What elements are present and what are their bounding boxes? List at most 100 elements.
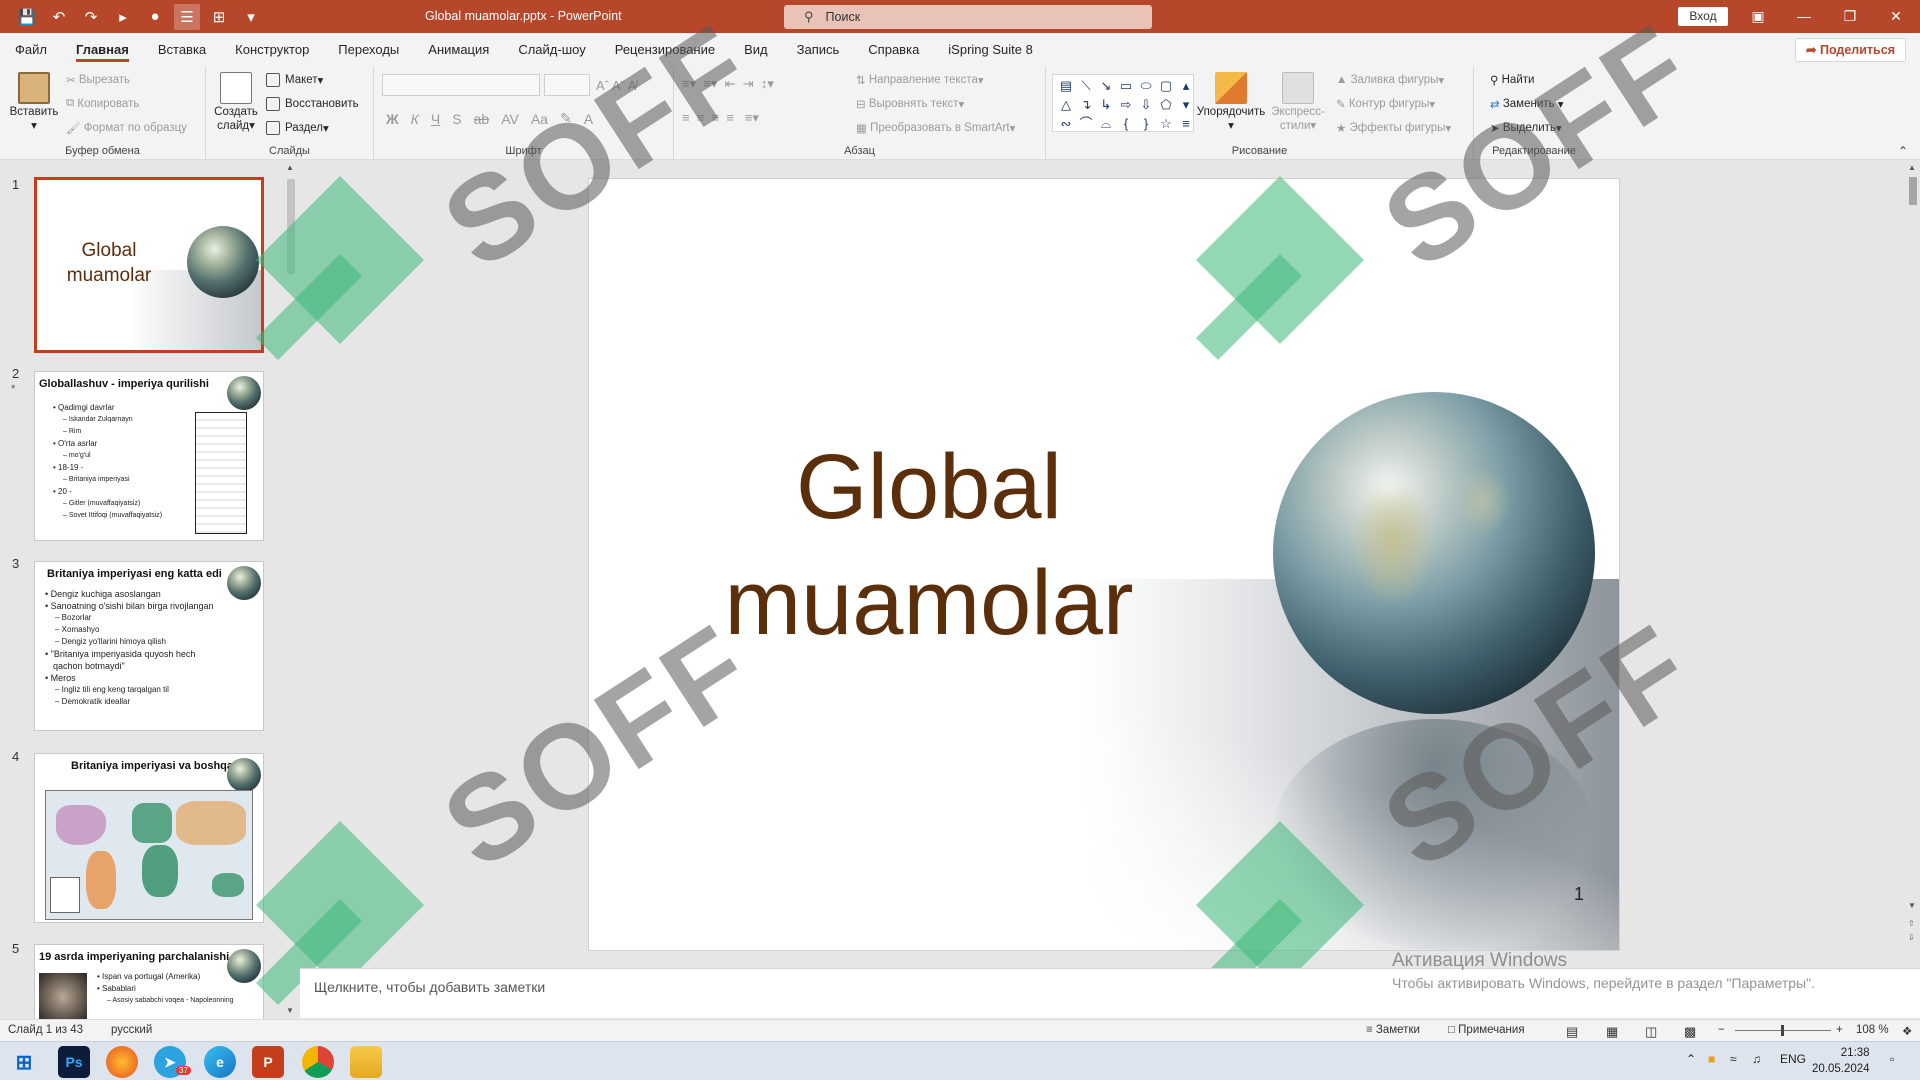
ribbon-display-icon[interactable]: ▣ — [1736, 0, 1780, 33]
align-text-button[interactable]: ⊟ Выровнять текст ▾ — [856, 97, 964, 111]
scroll-down-arrow-icon[interactable]: ▼ — [286, 1006, 294, 1015]
firefox-icon[interactable] — [106, 1046, 138, 1078]
section-button[interactable]: Раздел ▾ — [266, 121, 329, 135]
restore-icon[interactable]: ❐ — [1828, 0, 1872, 33]
tab-view[interactable]: Вид — [744, 33, 768, 66]
slide-thumbnail-4[interactable]: Britaniya imperiyasi va boshqalar — [34, 753, 264, 923]
connector-shape-icon[interactable]: ↴ — [1077, 96, 1095, 113]
normal-view-icon[interactable]: ▤ — [1566, 1024, 1578, 1040]
arc-shape-icon[interactable]: ⌓ — [1097, 115, 1115, 132]
scroll-down-arrow-icon[interactable]: ▼ — [1908, 901, 1916, 910]
slide-thumbnail-2[interactable]: Globallashuv - imperiya qurilishi • Qadi… — [34, 371, 264, 541]
slide-sorter-icon[interactable]: ▦ — [1606, 1024, 1618, 1040]
shadow-button[interactable]: S — [452, 111, 461, 127]
comments-button[interactable]: □ Примечания — [1448, 1024, 1525, 1036]
scrollbar-thumb[interactable] — [1909, 177, 1917, 205]
powerpoint-icon[interactable]: P — [252, 1046, 284, 1078]
freeform-shape-icon[interactable]: ∾ — [1057, 115, 1075, 132]
tab-animations[interactable]: Анимация — [428, 33, 489, 66]
layout-icon[interactable]: ⊞ — [206, 4, 232, 30]
fit-to-window-icon[interactable]: ❖ — [1902, 1024, 1912, 1038]
copy-button[interactable]: ⧉ Копировать — [66, 97, 139, 110]
arrow-line-shape-icon[interactable]: ↘ — [1097, 77, 1115, 94]
rounded-rect-shape-icon[interactable]: ▢ — [1157, 77, 1175, 94]
tab-design[interactable]: Конструктор — [235, 33, 309, 66]
thumbnail-scrollbar[interactable]: ▲ ▼ — [283, 161, 298, 1019]
slideshow-view-icon[interactable]: ▩ — [1684, 1024, 1696, 1040]
brace-right-shape-icon[interactable]: } — [1137, 115, 1155, 132]
text-direction-button[interactable]: ⇅ Направление текста ▾ — [856, 73, 984, 87]
start-slideshow-icon[interactable]: ▸ — [110, 4, 136, 30]
italic-button[interactable]: К — [411, 111, 419, 127]
tray-overflow-icon[interactable]: ⌃ — [1686, 1052, 1696, 1066]
scrollbar-thumb[interactable] — [287, 179, 295, 274]
tab-home[interactable]: Главная — [75, 33, 129, 66]
format-painter-button[interactable]: 🖌 Формат по образцу — [66, 121, 187, 135]
windows-start-icon[interactable]: ⊞ — [8, 1046, 40, 1078]
tab-slideshow[interactable]: Слайд-шоу — [518, 33, 585, 66]
tab-record[interactable]: Запись — [797, 33, 840, 66]
shape-outline-button[interactable]: ✎ Контур фигуры ▾ — [1336, 97, 1435, 111]
notification-bell-icon[interactable]: ■ — [1708, 1052, 1715, 1066]
slide-title[interactable]: Global muamolar — [689, 429, 1169, 661]
right-arrow-shape-icon[interactable]: ⇨ — [1117, 96, 1135, 113]
elbow-shape-icon[interactable]: ↳ — [1097, 96, 1115, 113]
triangle-shape-icon[interactable]: △ — [1057, 96, 1075, 113]
edge-icon[interactable]: e — [204, 1046, 236, 1078]
redo-icon[interactable]: ↷ — [78, 4, 104, 30]
slide-thumbnail-1[interactable]: Global muamolar — [34, 177, 264, 353]
scroll-up-icon[interactable]: ▴ — [1177, 77, 1195, 94]
chrome-icon[interactable] — [302, 1046, 334, 1078]
signin-button[interactable]: Вход — [1678, 7, 1728, 26]
arrange-button[interactable]: Упорядочить ▾ — [1196, 72, 1266, 132]
textbox-shape-icon[interactable]: ▤ — [1057, 77, 1075, 94]
customize-qat-icon[interactable]: ▾ — [238, 4, 264, 30]
strikethrough-button[interactable]: ab — [474, 111, 490, 127]
system-clock[interactable]: 21:38 20.05.2024 — [1812, 1045, 1870, 1077]
save-icon[interactable]: 💾 — [14, 4, 40, 30]
language-indicator[interactable]: русский — [111, 1024, 152, 1036]
tab-file[interactable]: Файл — [15, 33, 47, 66]
zoom-in-icon[interactable]: + — [1836, 1024, 1843, 1036]
reading-view-icon[interactable]: ◫ — [1645, 1024, 1657, 1040]
quick-styles-button[interactable]: Экспресс- стили▾ — [1268, 72, 1328, 132]
slide-thumbnail-3[interactable]: Britaniya imperiyasi eng katta edi • Den… — [34, 561, 264, 731]
more-shapes-icon[interactable]: ≡ — [1177, 115, 1195, 132]
down-arrow-shape-icon[interactable]: ⇩ — [1137, 96, 1155, 113]
reset-button[interactable]: Восстановить — [266, 97, 359, 111]
shape-fill-button[interactable]: ▲ Заливка фигуры ▾ — [1336, 73, 1444, 87]
zoom-out-icon[interactable]: − — [1718, 1024, 1725, 1036]
input-language[interactable]: ENG — [1780, 1052, 1806, 1066]
tab-ispring[interactable]: iSpring Suite 8 — [948, 33, 1033, 66]
font-name-box[interactable] — [382, 74, 540, 96]
star-shape-icon[interactable]: ☆ — [1157, 115, 1175, 132]
undo-icon[interactable]: ↶ — [46, 4, 72, 30]
outline-view-icon[interactable]: ☰ — [174, 3, 200, 30]
collapse-ribbon-icon[interactable]: ⌃ — [1898, 144, 1908, 158]
rectangle-shape-icon[interactable]: ▭ — [1117, 77, 1135, 94]
slide-thumbnail-5[interactable]: 19 asrda imperiyaning parchalanishi • Is… — [34, 944, 264, 1019]
editor-scrollbar[interactable]: ▲ ▼ ⇧ ⇩ — [1905, 161, 1920, 967]
scroll-down-icon[interactable]: ▾ — [1177, 96, 1195, 113]
new-slide-button[interactable]: Создать слайд▾ — [212, 72, 260, 132]
tab-insert[interactable]: Вставка — [158, 33, 206, 66]
shapes-gallery[interactable]: ▤ ⟍ ↘ ▭ ⬭ ▢ ▴ △ ↴ ↳ ⇨ ⇩ ⬠ ▾ ∾ ⌒ ⌓{} ☆ ≡ — [1052, 74, 1194, 132]
scroll-up-arrow-icon[interactable]: ▲ — [286, 163, 294, 172]
brace-left-shape-icon[interactable]: { — [1117, 115, 1135, 132]
cut-button[interactable]: ✂ Вырезать — [66, 73, 130, 87]
minimize-icon[interactable]: — — [1782, 0, 1826, 33]
bold-button[interactable]: Ж — [386, 111, 399, 127]
search-box[interactable]: ⚲ Поиск — [784, 5, 1152, 29]
curve-shape-icon[interactable]: ⌒ — [1077, 115, 1095, 132]
photoshop-icon[interactable]: Ps — [58, 1046, 90, 1078]
oval-shape-icon[interactable]: ⬭ — [1137, 77, 1155, 94]
layout-button[interactable]: Макет ▾ — [266, 73, 323, 87]
share-button[interactable]: ➦ Поделиться — [1795, 38, 1906, 62]
smartart-button[interactable]: ▦ Преобразовать в SmartArt ▾ — [856, 121, 1015, 135]
pentagon-shape-icon[interactable]: ⬠ — [1157, 96, 1175, 113]
notification-center-icon[interactable]: ▫ — [1890, 1052, 1894, 1066]
volume-icon[interactable]: ♫ — [1752, 1052, 1761, 1066]
next-slide-icon[interactable]: ⇩ — [1908, 933, 1915, 942]
tab-help[interactable]: Справка — [868, 33, 919, 66]
file-explorer-icon[interactable] — [350, 1046, 382, 1078]
